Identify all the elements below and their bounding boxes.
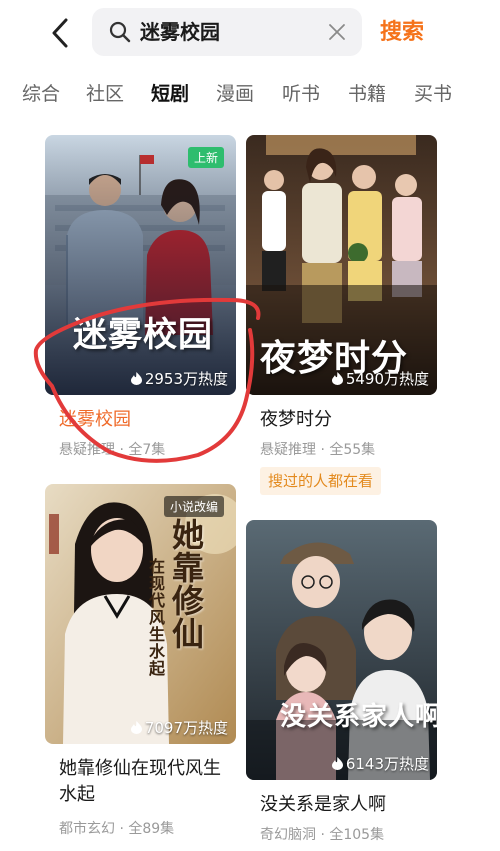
- drama-poster[interactable]: 夜梦时分 5490万热度: [246, 135, 437, 395]
- tab-comics[interactable]: 漫画: [216, 80, 254, 108]
- drama-poster[interactable]: 没关系家人啊 6143万热度: [246, 520, 437, 780]
- heat-value: 7097万热度: [144, 719, 228, 737]
- drama-meta: 都市玄幻 · 全89集: [59, 821, 175, 837]
- flame-icon: [331, 757, 343, 770]
- flame-icon: [130, 372, 142, 385]
- drama-title[interactable]: 迷雾校园: [59, 407, 131, 433]
- heat-indicator: 5490万热度: [331, 368, 429, 389]
- drama-title[interactable]: 没关系是家人啊: [260, 792, 386, 818]
- heat-value: 6143万热度: [345, 755, 429, 773]
- recommend-tag: 搜过的人都在看: [260, 467, 382, 495]
- drama-poster[interactable]: 迷雾校园 上新 2953万热度: [45, 135, 236, 395]
- poster-title: 没关系家人啊: [280, 702, 437, 732]
- tab-books[interactable]: 书籍: [348, 80, 386, 108]
- tab-community[interactable]: 社区: [86, 80, 124, 108]
- drama-card[interactable]: 没关系家人啊 6143万热度 没关系是家人啊 奇幻脑洞 · 全105集: [246, 520, 437, 844]
- search-icon: [109, 21, 131, 43]
- poster-subtitle: 在现代风生水起: [146, 558, 165, 677]
- heat-value: 2953万热度: [144, 370, 228, 388]
- tab-buy-books[interactable]: 买书: [414, 80, 452, 108]
- search-header: 搜索: [0, 0, 500, 68]
- drama-meta: 悬疑推理 · 全7集: [59, 442, 166, 458]
- drama-poster[interactable]: 她靠修仙 在现代风生水起 小说改编 7097万热度: [45, 484, 236, 744]
- chevron-left-icon: [52, 18, 68, 48]
- new-badge: 上新: [187, 147, 224, 168]
- category-tabs: 综合 社区 短剧 漫画 听书 书籍 买书: [0, 70, 500, 120]
- back-button[interactable]: [44, 14, 78, 52]
- drama-meta: 奇幻脑洞 · 全105集: [260, 827, 385, 843]
- poster-title: 迷雾校园: [73, 315, 213, 355]
- heat-indicator: 7097万热度: [130, 717, 228, 738]
- drama-title[interactable]: 夜梦时分: [260, 407, 332, 433]
- tab-audiobooks[interactable]: 听书: [282, 80, 320, 108]
- poster-image: [246, 520, 437, 780]
- drama-meta: 悬疑推理 · 全55集: [260, 442, 376, 458]
- search-input[interactable]: [140, 8, 320, 56]
- poster-image: [45, 135, 236, 395]
- heat-indicator: 2953万热度: [130, 368, 228, 389]
- novel-adaptation-badge: 小说改编: [163, 496, 224, 517]
- tab-short-drama[interactable]: 短剧: [151, 80, 189, 108]
- drama-title[interactable]: 她靠修仙在现代风生水起: [59, 756, 224, 808]
- heat-indicator: 6143万热度: [331, 753, 429, 774]
- search-button[interactable]: 搜索: [380, 14, 424, 52]
- close-icon[interactable]: [326, 21, 348, 43]
- tab-comprehensive[interactable]: 综合: [22, 80, 60, 108]
- drama-card[interactable]: 夜梦时分 5490万热度 夜梦时分 悬疑推理 · 全55集 搜过的人都在看: [246, 135, 437, 500]
- search-bar[interactable]: [92, 8, 362, 56]
- heat-value: 5490万热度: [345, 370, 429, 388]
- drama-card[interactable]: 她靠修仙 在现代风生水起 小说改编 7097万热度 她靠修仙在现代风生水起 都市…: [45, 484, 236, 844]
- drama-card[interactable]: 迷雾校园 上新 2953万热度 迷雾校园 悬疑推理 · 全7集: [45, 135, 236, 465]
- flame-icon: [130, 721, 142, 734]
- poster-title: 她靠修仙: [167, 518, 205, 650]
- flame-icon: [331, 372, 343, 385]
